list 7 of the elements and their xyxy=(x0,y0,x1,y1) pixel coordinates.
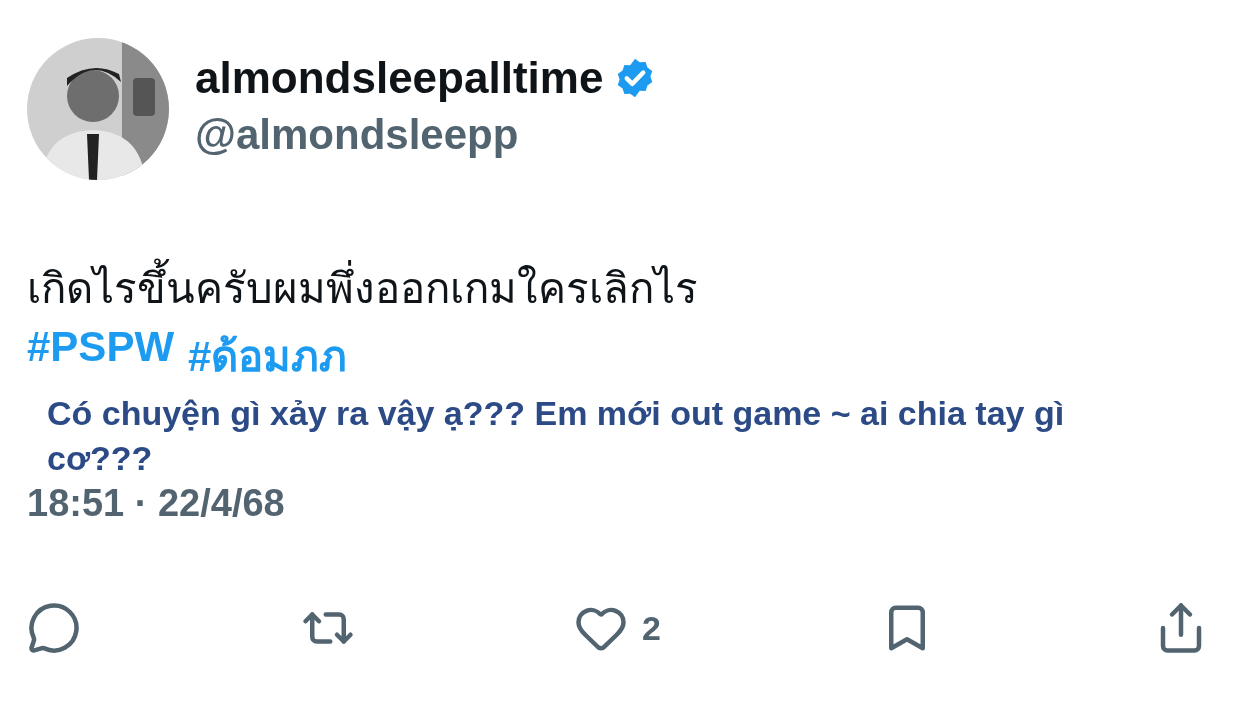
like-button[interactable]: 2 xyxy=(574,601,661,656)
reply-button[interactable] xyxy=(27,601,81,656)
username[interactable]: @almondsleepp xyxy=(195,111,658,159)
reply-icon xyxy=(27,601,81,656)
timestamp: 18:51 · 22/4/68 xyxy=(27,482,286,526)
translation-text: Có chuyện gì xảy ra vậy ạ??? Em mới out game ~ ai chia tay gì cơ??? xyxy=(46,392,1066,480)
display-name[interactable]: almondsleepalltime xyxy=(195,53,604,103)
